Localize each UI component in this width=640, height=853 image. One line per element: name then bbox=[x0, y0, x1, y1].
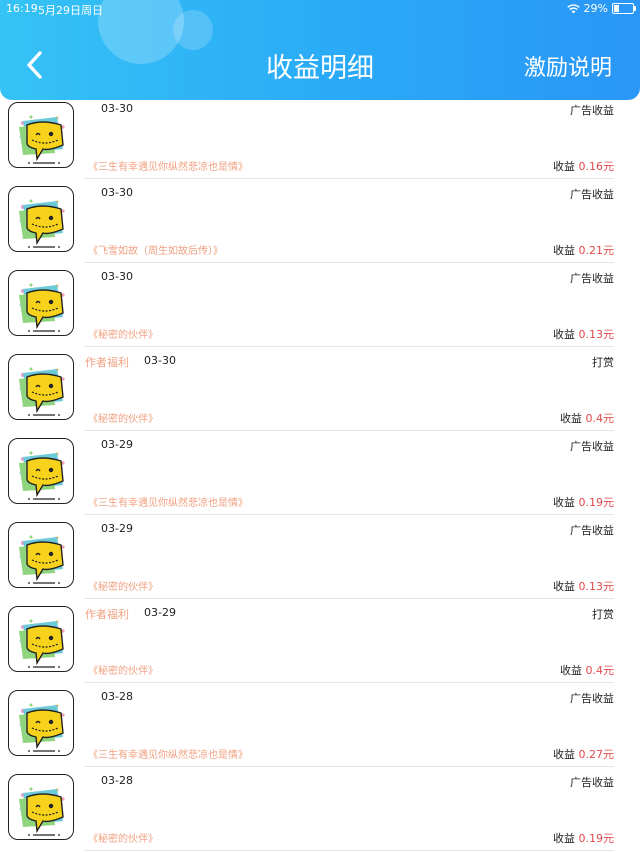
earning-type: 广告收益 bbox=[570, 188, 614, 201]
mascot-icon bbox=[19, 619, 65, 668]
author-bonus-tag: 作者福利 bbox=[85, 356, 129, 369]
book-cover-thumbnail bbox=[8, 354, 74, 420]
record-date: 03-30 bbox=[101, 186, 133, 199]
mascot-icon bbox=[19, 367, 65, 416]
book-cover-thumbnail bbox=[8, 690, 74, 756]
earning-record-row[interactable]: 03-29 广告收益 《三生有幸遇见你纵然悲凉也是情》 收益 0.19元 bbox=[0, 420, 640, 515]
earning-type: 打赏 bbox=[592, 356, 614, 369]
status-bar: 16:19 5月29日周日 29% bbox=[0, 0, 640, 18]
earning-record-row[interactable]: 作者福利 03-30 打赏 《秘密的伙伴》 收益 0.4元 bbox=[0, 336, 640, 431]
mascot-icon bbox=[19, 535, 65, 584]
earning-type: 广告收益 bbox=[570, 272, 614, 285]
row-divider bbox=[84, 850, 614, 851]
mascot-icon bbox=[19, 703, 65, 752]
earning-record-row[interactable]: 03-30 广告收益 《秘密的伙伴》 收益 0.13元 bbox=[0, 252, 640, 347]
earning-type: 广告收益 bbox=[570, 776, 614, 789]
book-cover-thumbnail bbox=[8, 438, 74, 504]
mascot-icon bbox=[19, 199, 65, 248]
earning-type: 广告收益 bbox=[570, 104, 614, 117]
status-time: 16:19 bbox=[6, 2, 38, 15]
earning-record-row[interactable]: 03-28 广告收益 《秘密的伙伴》 收益 0.19元 bbox=[0, 756, 640, 851]
author-bonus-tag: 作者福利 bbox=[85, 608, 129, 621]
wifi-icon bbox=[566, 3, 580, 13]
earning-type: 广告收益 bbox=[570, 440, 614, 453]
battery-icon bbox=[612, 3, 636, 14]
record-date: 03-29 bbox=[144, 606, 176, 619]
chevron-left-icon bbox=[27, 51, 42, 79]
status-date: 5月29日周日 bbox=[38, 4, 103, 17]
earning-record-row[interactable]: 03-30 广告收益 《飞雪如故（周生如故后传）》 收益 0.21元 bbox=[0, 168, 640, 263]
book-cover-thumbnail bbox=[8, 270, 74, 336]
earning-record-row[interactable]: 作者福利 03-29 打赏 《秘密的伙伴》 收益 0.4元 bbox=[0, 588, 640, 683]
earning-type: 打赏 bbox=[592, 608, 614, 621]
mascot-icon bbox=[19, 283, 65, 332]
earning-amount: 收益 0.19元 bbox=[553, 830, 614, 846]
record-date: 03-28 bbox=[101, 690, 133, 703]
mascot-icon bbox=[19, 787, 65, 836]
book-cover-thumbnail bbox=[8, 186, 74, 252]
book-cover-thumbnail bbox=[8, 774, 74, 840]
book-cover-thumbnail bbox=[8, 102, 74, 168]
record-date: 03-30 bbox=[101, 102, 133, 115]
record-date: 03-28 bbox=[101, 774, 133, 787]
earnings-list: 03-30 广告收益 《三生有幸遇见你纵然悲凉也是情》 收益 0.16元 03-… bbox=[0, 84, 640, 851]
amount-value: 0.19元 bbox=[578, 832, 615, 845]
battery-percent: 29% bbox=[583, 2, 608, 15]
earning-type: 广告收益 bbox=[570, 692, 614, 705]
earning-type: 广告收益 bbox=[570, 524, 614, 537]
book-cover-thumbnail bbox=[8, 522, 74, 588]
earning-record-row[interactable]: 03-28 广告收益 《三生有幸遇见你纵然悲凉也是情》 收益 0.27元 bbox=[0, 672, 640, 767]
incentive-info-link[interactable]: 激励说明 bbox=[524, 50, 612, 82]
record-date: 03-29 bbox=[101, 438, 133, 451]
mascot-icon bbox=[19, 451, 65, 500]
earning-record-row[interactable]: 03-29 广告收益 《秘密的伙伴》 收益 0.13元 bbox=[0, 504, 640, 599]
status-right: 29% bbox=[566, 2, 636, 15]
earning-label: 收益 bbox=[553, 832, 575, 845]
back-button[interactable] bbox=[24, 50, 44, 80]
book-cover-thumbnail bbox=[8, 606, 74, 672]
record-date: 03-29 bbox=[101, 522, 133, 535]
record-date: 03-30 bbox=[144, 354, 176, 367]
top-bar: 16:19 5月29日周日 29% 收益明细 激励说明 bbox=[0, 0, 640, 100]
book-title: 《秘密的伙伴》 bbox=[88, 834, 158, 845]
record-date: 03-30 bbox=[101, 270, 133, 283]
mascot-icon bbox=[19, 115, 65, 164]
